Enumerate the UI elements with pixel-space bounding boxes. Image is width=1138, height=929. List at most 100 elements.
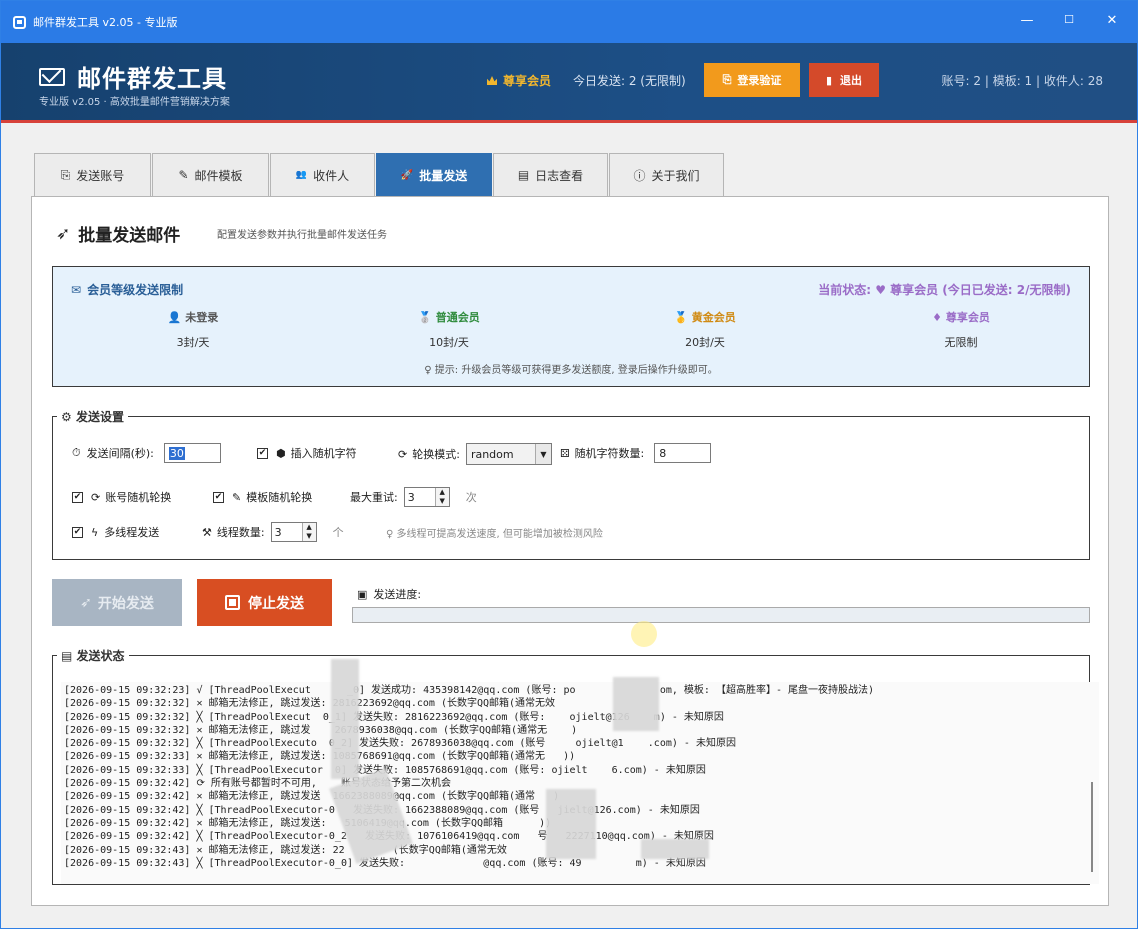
thread-count-spinner[interactable]: 3 ▲ ▼: [270, 522, 317, 542]
login-verify-button[interactable]: ⎘ 登录验证: [704, 63, 800, 97]
brand: 邮件群发工具: [39, 59, 227, 94]
diamond-icon: ♦: [932, 311, 946, 324]
insert-random-checkbox[interactable]: ✔ ⬢ 插入随机字符: [257, 445, 357, 461]
account-rotate-checkbox[interactable]: ✔ ⟳ 账号随机轮换: [72, 489, 171, 505]
chart-icon: ▣: [357, 587, 368, 601]
close-button[interactable]: ✕: [1102, 13, 1122, 28]
interval-input[interactable]: 30: [163, 443, 221, 463]
vip-limit-box: ✉ 会员等级发送限制 当前状态: ♥ 尊享会员 (今日已发送: 2/无限制) 👤 …: [52, 266, 1090, 387]
page-description: 配置发送参数并执行批量邮件发送任务: [217, 230, 387, 241]
log-icon: ▤: [61, 649, 77, 663]
template-icon: ✎: [178, 168, 189, 182]
log-scrollbar[interactable]: [1091, 782, 1093, 872]
cube-icon: ⬢: [276, 446, 286, 460]
checkbox-checked[interactable]: ✔: [213, 491, 224, 503]
member-badge: 尊享会员: [487, 72, 551, 89]
log-line: [2026-09-15 09:32:32] ✕ 邮箱无法修正, 跳过发送: 28…: [64, 698, 556, 710]
max-retry-setting: 最大重试: 3 ▲ ▼ 次: [350, 487, 477, 507]
checkbox-checked[interactable]: ✔: [257, 447, 268, 459]
redaction-smudge: [331, 659, 359, 779]
multi-thread-checkbox[interactable]: ✔ ϟ 多线程发送: [72, 524, 159, 540]
tab-logs[interactable]: ▤ 日志查看: [493, 153, 608, 196]
rotate-mode-setting: ⟳ 轮换模式: random ▼: [398, 443, 552, 465]
progress-label: ▣ 发送进度:: [357, 587, 422, 602]
template-rotate-checkbox[interactable]: ✔ ✎ 模板随机轮换: [213, 489, 312, 505]
checkbox-checked[interactable]: ✔: [72, 491, 83, 503]
thread-icon: ⚒: [202, 525, 212, 539]
users-icon: 👥: [295, 170, 308, 180]
rocket-icon: ➶: [80, 594, 92, 611]
logout-button[interactable]: ▮ 退出: [809, 63, 879, 97]
vip-level-premium: ♦ 尊享会员 无限制: [932, 311, 990, 349]
app-header: 邮件群发工具 专业版 v2.05 · 高效批量邮件营销解决方案 尊享会员 今日发…: [1, 43, 1137, 123]
redaction-smudge: [546, 789, 596, 859]
send-status-legend: ▤ 发送状态: [61, 649, 125, 663]
checkbox-checked[interactable]: ✔: [72, 526, 83, 538]
brand-title: 邮件群发工具: [77, 65, 227, 93]
log-line: [2026-09-15 09:32:32] ✕ 邮箱无法修正, 跳过发 2678…: [64, 724, 578, 736]
title-bar: 邮件群发工具 v2.05 - 专业版 — ☐ ✕: [1, 1, 1137, 43]
app-icon: [13, 15, 26, 29]
thread-count-setting: ⚒ 线程数量: 3 ▲ ▼ 个: [202, 522, 344, 542]
max-retry-spinner[interactable]: 3 ▲ ▼: [403, 487, 450, 507]
log-line: [2026-09-15 09:32:33] ✕ 邮箱无法修正, 跳过发送: 10…: [64, 751, 576, 763]
info-icon: ⓘ: [633, 168, 646, 183]
random-count-setting: ⚄ 随机字符数量: 8: [560, 443, 712, 463]
edit-icon: ✎: [232, 490, 242, 504]
vip-current-status: 当前状态: ♥ 尊享会员 (今日已发送: 2/无限制): [818, 283, 1071, 297]
tab-templates[interactable]: ✎ 邮件模板: [152, 153, 269, 196]
log-line: [2026-09-15 09:32:23] √ [ThreadPoolExecu…: [64, 685, 875, 696]
bolt-icon: ϟ: [91, 525, 99, 539]
gear-icon: ⚙: [61, 410, 76, 424]
interval-setting: ⏱ 发送间隔(秒): 30: [72, 443, 221, 463]
page-title: ➶ 批量发送邮件: [56, 223, 181, 247]
medal-icon: 🥇: [674, 311, 692, 324]
log-line: [2026-09-15 09:32:33] ╳ [ThreadPoolExecu…: [64, 764, 706, 776]
tab-accounts[interactable]: ⎘ 发送账号: [34, 153, 151, 196]
redaction-smudge: [641, 839, 709, 859]
stop-send-button[interactable]: 停止发送: [197, 579, 332, 626]
login-icon: ⎘: [722, 73, 732, 86]
tab-bar: ⎘ 发送账号 ✎ 邮件模板 👥 收件人 🚀 批量发送 ▤ 日志查看 ⓘ 关于我们: [34, 153, 725, 196]
tab-batch-send[interactable]: 🚀 批量发送: [376, 153, 492, 196]
send-progress-bar: [352, 607, 1090, 623]
tab-about[interactable]: ⓘ 关于我们: [609, 153, 724, 196]
user-icon: 👤: [167, 311, 186, 324]
app-window: 邮件群发工具 v2.05 - 专业版 — ☐ ✕ 邮件群发工具 专业版 v2.0…: [0, 0, 1138, 929]
start-send-button[interactable]: ➶ 开始发送: [52, 579, 182, 626]
redaction-smudge: [613, 677, 659, 731]
vip-level-gold: 🥇 黄金会员 20封/天: [674, 311, 736, 349]
spinner-arrows-icon: ▲ ▼: [301, 523, 316, 541]
mouse-cursor-highlight: [631, 621, 657, 647]
mail-icon: [39, 67, 65, 86]
exit-icon: ▮: [825, 73, 833, 87]
rotate-icon: ⟳: [91, 490, 101, 504]
log-icon: ▤: [517, 168, 530, 182]
window-title: 邮件群发工具 v2.05 - 专业版: [33, 16, 178, 29]
header-stats: 账号: 2 | 模板: 1 | 收件人: 28: [941, 74, 1103, 88]
random-count-input[interactable]: 8: [654, 443, 712, 463]
crown-icon: [487, 76, 497, 85]
rotate-icon: ⟳: [398, 447, 408, 461]
tab-recipients[interactable]: 👥 收件人: [270, 153, 375, 196]
today-sent: 今日发送: 2 (无限制): [573, 74, 686, 88]
rotate-mode-select[interactable]: random ▼: [465, 443, 552, 465]
spinner-arrows-icon: ▲ ▼: [434, 488, 449, 506]
vip-level-normal: 🥈 普通会员 10封/天: [418, 311, 480, 349]
mail-icon: ✉: [71, 283, 82, 297]
minimize-button[interactable]: —: [1017, 13, 1037, 28]
vip-level-guest: 👤 未登录 3封/天: [167, 311, 219, 349]
brand-subtitle: 专业版 v2.05 · 高效批量邮件营销解决方案: [39, 97, 230, 108]
log-line: [2026-09-15 09:32:32] ╳ [ThreadPoolExecu…: [64, 738, 736, 750]
timer-icon: ⏱: [72, 446, 81, 459]
vip-limit-title: ✉ 会员等级发送限制: [71, 283, 184, 297]
thread-tip: ♀ 多线程可提高发送速度, 但可能增加被检测风险: [386, 529, 603, 540]
rocket-icon: 🚀: [400, 169, 414, 181]
rocket-icon: ➶: [56, 223, 71, 244]
maximize-button[interactable]: ☐: [1059, 13, 1079, 26]
dice-icon: ⚄: [560, 446, 570, 460]
account-icon: ⎘: [60, 167, 71, 182]
send-settings-legend: ⚙ 发送设置: [61, 410, 124, 424]
log-line: [2026-09-15 09:32:32] ╳ [ThreadPoolExecu…: [64, 711, 724, 723]
vip-upgrade-tip: ♀ 提示: 升级会员等级可获得更多发送额度, 登录后操作升级即可。: [424, 365, 718, 376]
